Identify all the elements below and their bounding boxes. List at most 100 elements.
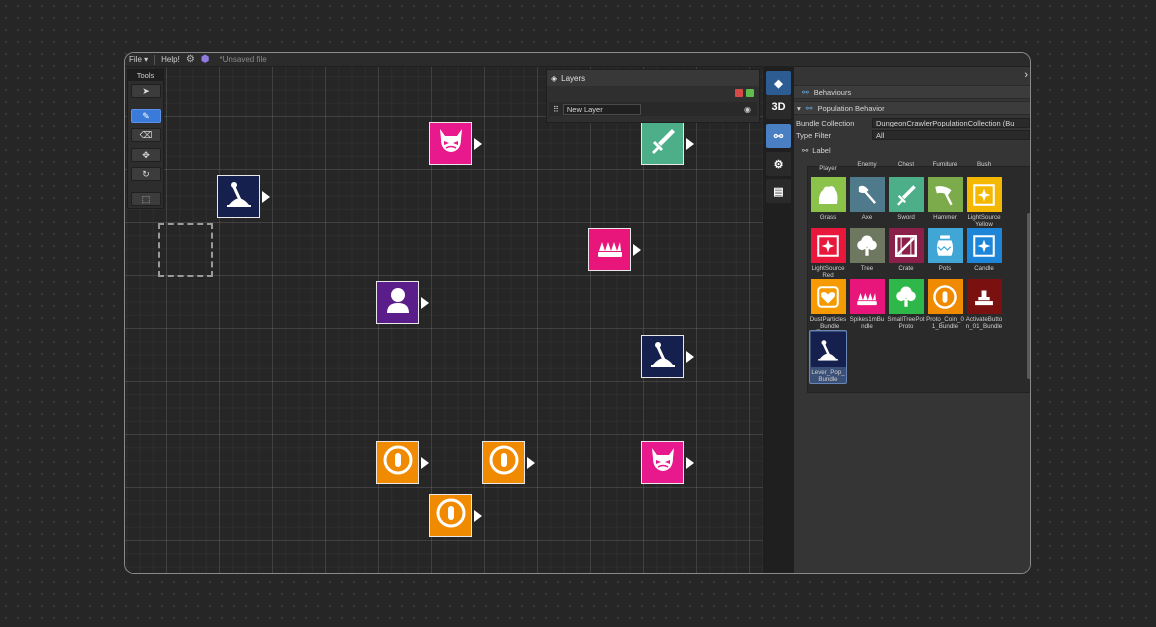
bundle-collection-field[interactable]: DungeonCrawlerPopulationCollection (Bu [872,118,1030,128]
palette-item-label: ActivateButton_01_Bundle [965,316,1003,330]
layer-row[interactable]: ⠿ New Layer ◉ [549,102,757,116]
scrollbar-thumb[interactable] [1027,213,1030,379]
palette-item-label: Spikes1mBundle [849,316,885,330]
play-arrow-icon[interactable] [633,244,641,256]
palette-item[interactable]: Candle [965,228,1003,272]
unsaved-file-label: *Unsaved file [219,55,267,64]
eye-icon[interactable]: ◉ [744,105,751,114]
coin-tile[interactable] [482,441,535,484]
layers-stack-icon: ◆ [774,77,783,90]
erase-tool-button[interactable]: ⌫ [131,128,161,142]
palette-item[interactable]: LightSource Yellow [965,177,1003,228]
panel-toggle-button[interactable]: ▤ [766,179,791,203]
palette-item[interactable]: Sword [887,177,925,221]
select-tool-button[interactable]: ➤ [131,84,161,98]
tools-panel: Tools ➤ ✎ ⌫ ✥ ↻ ⬚ [127,69,164,209]
share-nodes-icon: ⚯ [805,103,813,113]
tree-icon [888,279,924,314]
delete-layer-icon[interactable] [735,89,743,97]
cube-icon[interactable]: ⬢ [201,54,210,65]
palette-item-label: Hammer [933,214,957,221]
chevron-right-icon[interactable]: › [1024,69,1028,81]
lever-tile[interactable] [217,175,270,218]
palette-item-label: Lever_Pop_Bundle [811,369,845,383]
rotate-tool-button[interactable]: ↻ [131,167,161,181]
player-tile[interactable] [376,281,429,324]
play-arrow-icon[interactable] [474,510,482,522]
share-nodes-icon: ⚯ [802,145,809,155]
play-arrow-icon[interactable] [686,138,694,150]
play-arrow-icon[interactable] [421,457,429,469]
inspector-panel: › ⚯ Behaviours ▾ ⚯ Population Behavior B… [794,67,1030,573]
coin-icon [488,444,520,481]
rect-select-tool-button[interactable]: ⬚ [131,192,161,206]
settings-button[interactable]: ⚙ [766,152,791,176]
3d-mode-button[interactable]: 3D [766,95,791,119]
palette-item[interactable]: SmallTreePotProto [887,279,925,330]
paint-tool-button[interactable]: ✎ [131,109,161,123]
palette-item[interactable]: Spikes1mBundle [848,279,886,330]
palette-category-label: Chest [897,161,915,168]
enemy-tile[interactable] [429,122,482,165]
behaviours-button[interactable]: ⚯ [766,124,791,148]
gear-icon[interactable]: ⚙ [186,54,195,65]
palette-item[interactable]: Proto_Coin_01_Bundle [926,279,964,330]
help-menu[interactable]: Help! [161,55,180,64]
map-canvas[interactable] [125,67,763,573]
layer-name-field[interactable]: New Layer [562,103,641,115]
palette-item[interactable]: Hammer [926,177,964,221]
type-filter-dropdown[interactable]: All [872,130,1030,140]
palette-item-label: SmallTreePotProto [887,316,925,330]
enemy-tile[interactable] [641,441,694,484]
play-arrow-icon[interactable] [262,191,270,203]
palette-category-label: Enemy [857,161,877,168]
rotate-icon: ↻ [142,168,150,179]
behaviours-title: Behaviours [813,87,852,97]
move-tool-button[interactable]: ✥ [131,148,161,162]
palette-item[interactable]: Grass [809,177,847,221]
behaviours-header[interactable]: ⚯ Behaviours [794,85,1030,99]
population-behavior-header[interactable]: ▾ ⚯ Population Behavior [794,101,1030,115]
play-arrow-icon[interactable] [686,457,694,469]
bundle-collection-value: DungeonCrawlerPopulationCollection (Bu [876,118,1015,128]
lever-icon [223,178,255,215]
label-title: Label [812,145,831,155]
palette-item[interactable]: Lever_Pop_Bundle [809,330,847,384]
button-icon [966,279,1002,314]
player-icon [382,284,414,321]
lever-tile[interactable] [641,335,694,378]
palette-item[interactable]: Pots [926,228,964,272]
layers-toolbar [547,86,759,100]
drag-handle-icon[interactable]: ⠿ [553,105,559,114]
layers-title: Layers [561,73,586,83]
sword-icon [647,125,679,162]
coin-icon [435,497,467,534]
palette-item-label: Tree [860,265,874,272]
play-arrow-icon[interactable] [421,297,429,309]
side-icon-bar: ◆ 3D ⚯ ⚙ ▤ [763,67,794,573]
add-layer-icon[interactable] [746,89,754,97]
spikes-icon [594,231,626,268]
layers-mode-button[interactable]: ◆ [766,71,791,95]
palette-scrollbar[interactable] [1026,169,1030,391]
play-arrow-icon[interactable] [686,351,694,363]
palette-item[interactable]: DustParticles_Bundle [809,279,847,330]
sword-tile[interactable] [641,122,694,165]
tools-title: Tools [128,70,163,81]
play-arrow-icon[interactable] [527,457,535,469]
palette-item[interactable]: LightSource Red [809,228,847,279]
palette-item[interactable]: Axe [848,177,886,221]
coin-tile[interactable] [429,494,482,537]
coin-tile[interactable] [376,441,429,484]
palette-item-label: Candle [974,265,994,272]
palette-item[interactable]: Crate [887,228,925,272]
file-menu[interactable]: File ▾ [129,55,148,64]
heart-icon [810,279,846,314]
layers-icon: ◈ [551,73,558,83]
spikes-tile[interactable] [588,228,641,271]
sidebar-icon: ▤ [773,185,784,198]
palette-item[interactable]: Tree [848,228,886,272]
palette-item[interactable]: ActivateButton_01_Bundle [965,279,1003,330]
play-arrow-icon[interactable] [474,138,482,150]
lever-icon [810,332,846,367]
